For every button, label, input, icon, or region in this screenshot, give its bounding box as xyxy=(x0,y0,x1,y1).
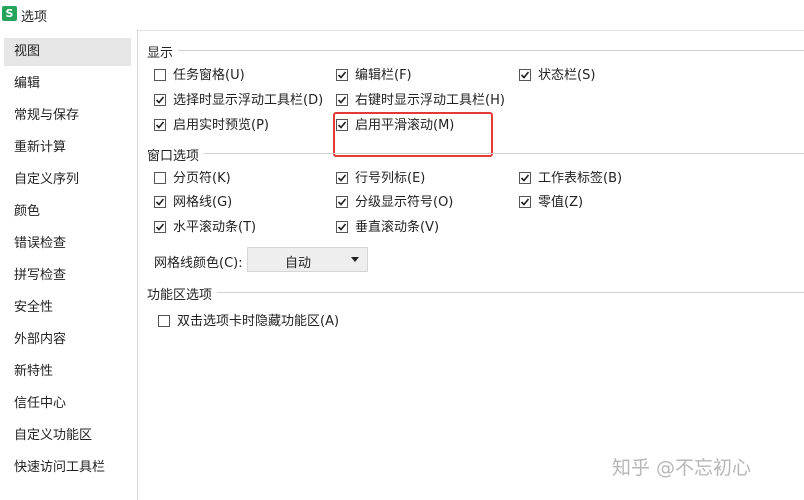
checkmark-icon xyxy=(155,223,165,231)
options-content: 显示 任务窗格(U) 编辑栏(F) 状态栏(S) 选择时显示浮动工具栏(D) 右… xyxy=(138,30,804,500)
checkbox-label: 分页符(K) xyxy=(173,171,231,186)
checkbox-box[interactable] xyxy=(519,196,531,208)
checkbox-box[interactable] xyxy=(154,221,166,233)
checkbox-box[interactable] xyxy=(154,119,166,131)
checkbox-label: 任务窗格(U) xyxy=(173,68,245,83)
checkbox-box[interactable] xyxy=(519,172,531,184)
gridline-color-dropdown[interactable]: 自动 xyxy=(247,247,368,272)
highlight-annotation-box xyxy=(333,112,493,157)
app-logo-icon: S xyxy=(2,6,17,21)
sidebar-item-security[interactable]: 安全性 xyxy=(4,294,131,322)
sidebar-item-view[interactable]: 视图 xyxy=(4,38,131,66)
group-title-ribbon: 功能区选项 xyxy=(147,284,217,303)
checkbox-label: 网格线(G) xyxy=(173,195,233,210)
window-title: 选项 xyxy=(21,10,48,25)
checkbox-box[interactable] xyxy=(158,315,170,327)
checkbox-box[interactable] xyxy=(519,69,531,81)
checkbox-label: 状态栏(S) xyxy=(538,68,596,83)
checkbox-box[interactable] xyxy=(154,94,166,106)
sidebar-item-external-content[interactable]: 外部内容 xyxy=(4,326,131,354)
group-divider xyxy=(178,50,804,51)
sidebar-item-customize-ribbon[interactable]: 自定义功能区 xyxy=(4,422,131,450)
sidebar-item-quick-access-toolbar[interactable]: 快速访问工具栏 xyxy=(4,454,131,482)
checkmark-icon xyxy=(337,198,347,206)
checkbox-label: 右键时显示浮动工具栏(H) xyxy=(355,93,505,108)
group-title-window-options: 窗口选项 xyxy=(147,145,204,164)
watermark-text: 知乎 @不忘初心 xyxy=(612,457,752,479)
sidebar-item-spell-check[interactable]: 拼写检查 xyxy=(4,262,131,290)
caret-down-icon xyxy=(351,257,359,262)
checkbox-box[interactable] xyxy=(154,172,166,184)
title-bar: S 选项 xyxy=(0,0,804,31)
checkbox-label: 零值(Z) xyxy=(538,195,584,210)
options-sidebar: 视图 编辑 常规与保存 重新计算 自定义序列 颜色 错误检查 拼写检查 安全性 … xyxy=(0,30,138,500)
sidebar-item-new-features[interactable]: 新特性 xyxy=(4,358,131,386)
checkbox-label: 启用实时预览(P) xyxy=(173,118,269,133)
checkbox-box[interactable] xyxy=(154,69,166,81)
sidebar-item-edit[interactable]: 编辑 xyxy=(4,70,131,98)
checkmark-icon xyxy=(155,121,165,129)
checkmark-icon xyxy=(155,198,165,206)
sidebar-item-trust-center[interactable]: 信任中心 xyxy=(4,390,131,418)
group-divider xyxy=(204,153,804,154)
sidebar-item-custom-lists[interactable]: 自定义序列 xyxy=(4,166,131,194)
checkmark-icon xyxy=(337,174,347,182)
checkbox-label: 行号列标(E) xyxy=(355,171,426,186)
checkbox-label: 双击选项卡时隐藏功能区(A) xyxy=(177,314,340,329)
checkbox-label: 编辑栏(F) xyxy=(355,68,412,83)
checkmark-icon xyxy=(155,96,165,104)
group-divider xyxy=(217,292,804,293)
checkbox-label: 选择时显示浮动工具栏(D) xyxy=(173,93,324,108)
checkmark-icon xyxy=(520,71,530,79)
sidebar-item-recalculate[interactable]: 重新计算 xyxy=(4,134,131,162)
checkbox-box[interactable] xyxy=(336,94,348,106)
checkbox-box[interactable] xyxy=(336,196,348,208)
checkmark-icon xyxy=(337,223,347,231)
checkbox-box[interactable] xyxy=(154,196,166,208)
checkbox-box[interactable] xyxy=(336,221,348,233)
sidebar-item-color[interactable]: 颜色 xyxy=(4,198,131,226)
group-title-display: 显示 xyxy=(147,42,178,61)
checkbox-box[interactable] xyxy=(336,172,348,184)
checkbox-box[interactable] xyxy=(336,69,348,81)
dropdown-value: 自动 xyxy=(284,256,311,271)
checkmark-icon xyxy=(337,96,347,104)
checkbox-label: 工作表标签(B) xyxy=(538,171,623,186)
checkbox-label: 垂直滚动条(V) xyxy=(355,220,440,235)
sidebar-item-general-save[interactable]: 常规与保存 xyxy=(4,102,131,130)
checkmark-icon xyxy=(520,198,530,206)
checkbox-label: 分级显示符号(O) xyxy=(355,195,454,210)
checkmark-icon xyxy=(337,71,347,79)
checkmark-icon xyxy=(520,174,530,182)
checkbox-label: 水平滚动条(T) xyxy=(173,220,257,235)
sidebar-item-error-check[interactable]: 错误检查 xyxy=(4,230,131,258)
gridline-color-label: 网格线颜色(C): xyxy=(154,256,243,271)
